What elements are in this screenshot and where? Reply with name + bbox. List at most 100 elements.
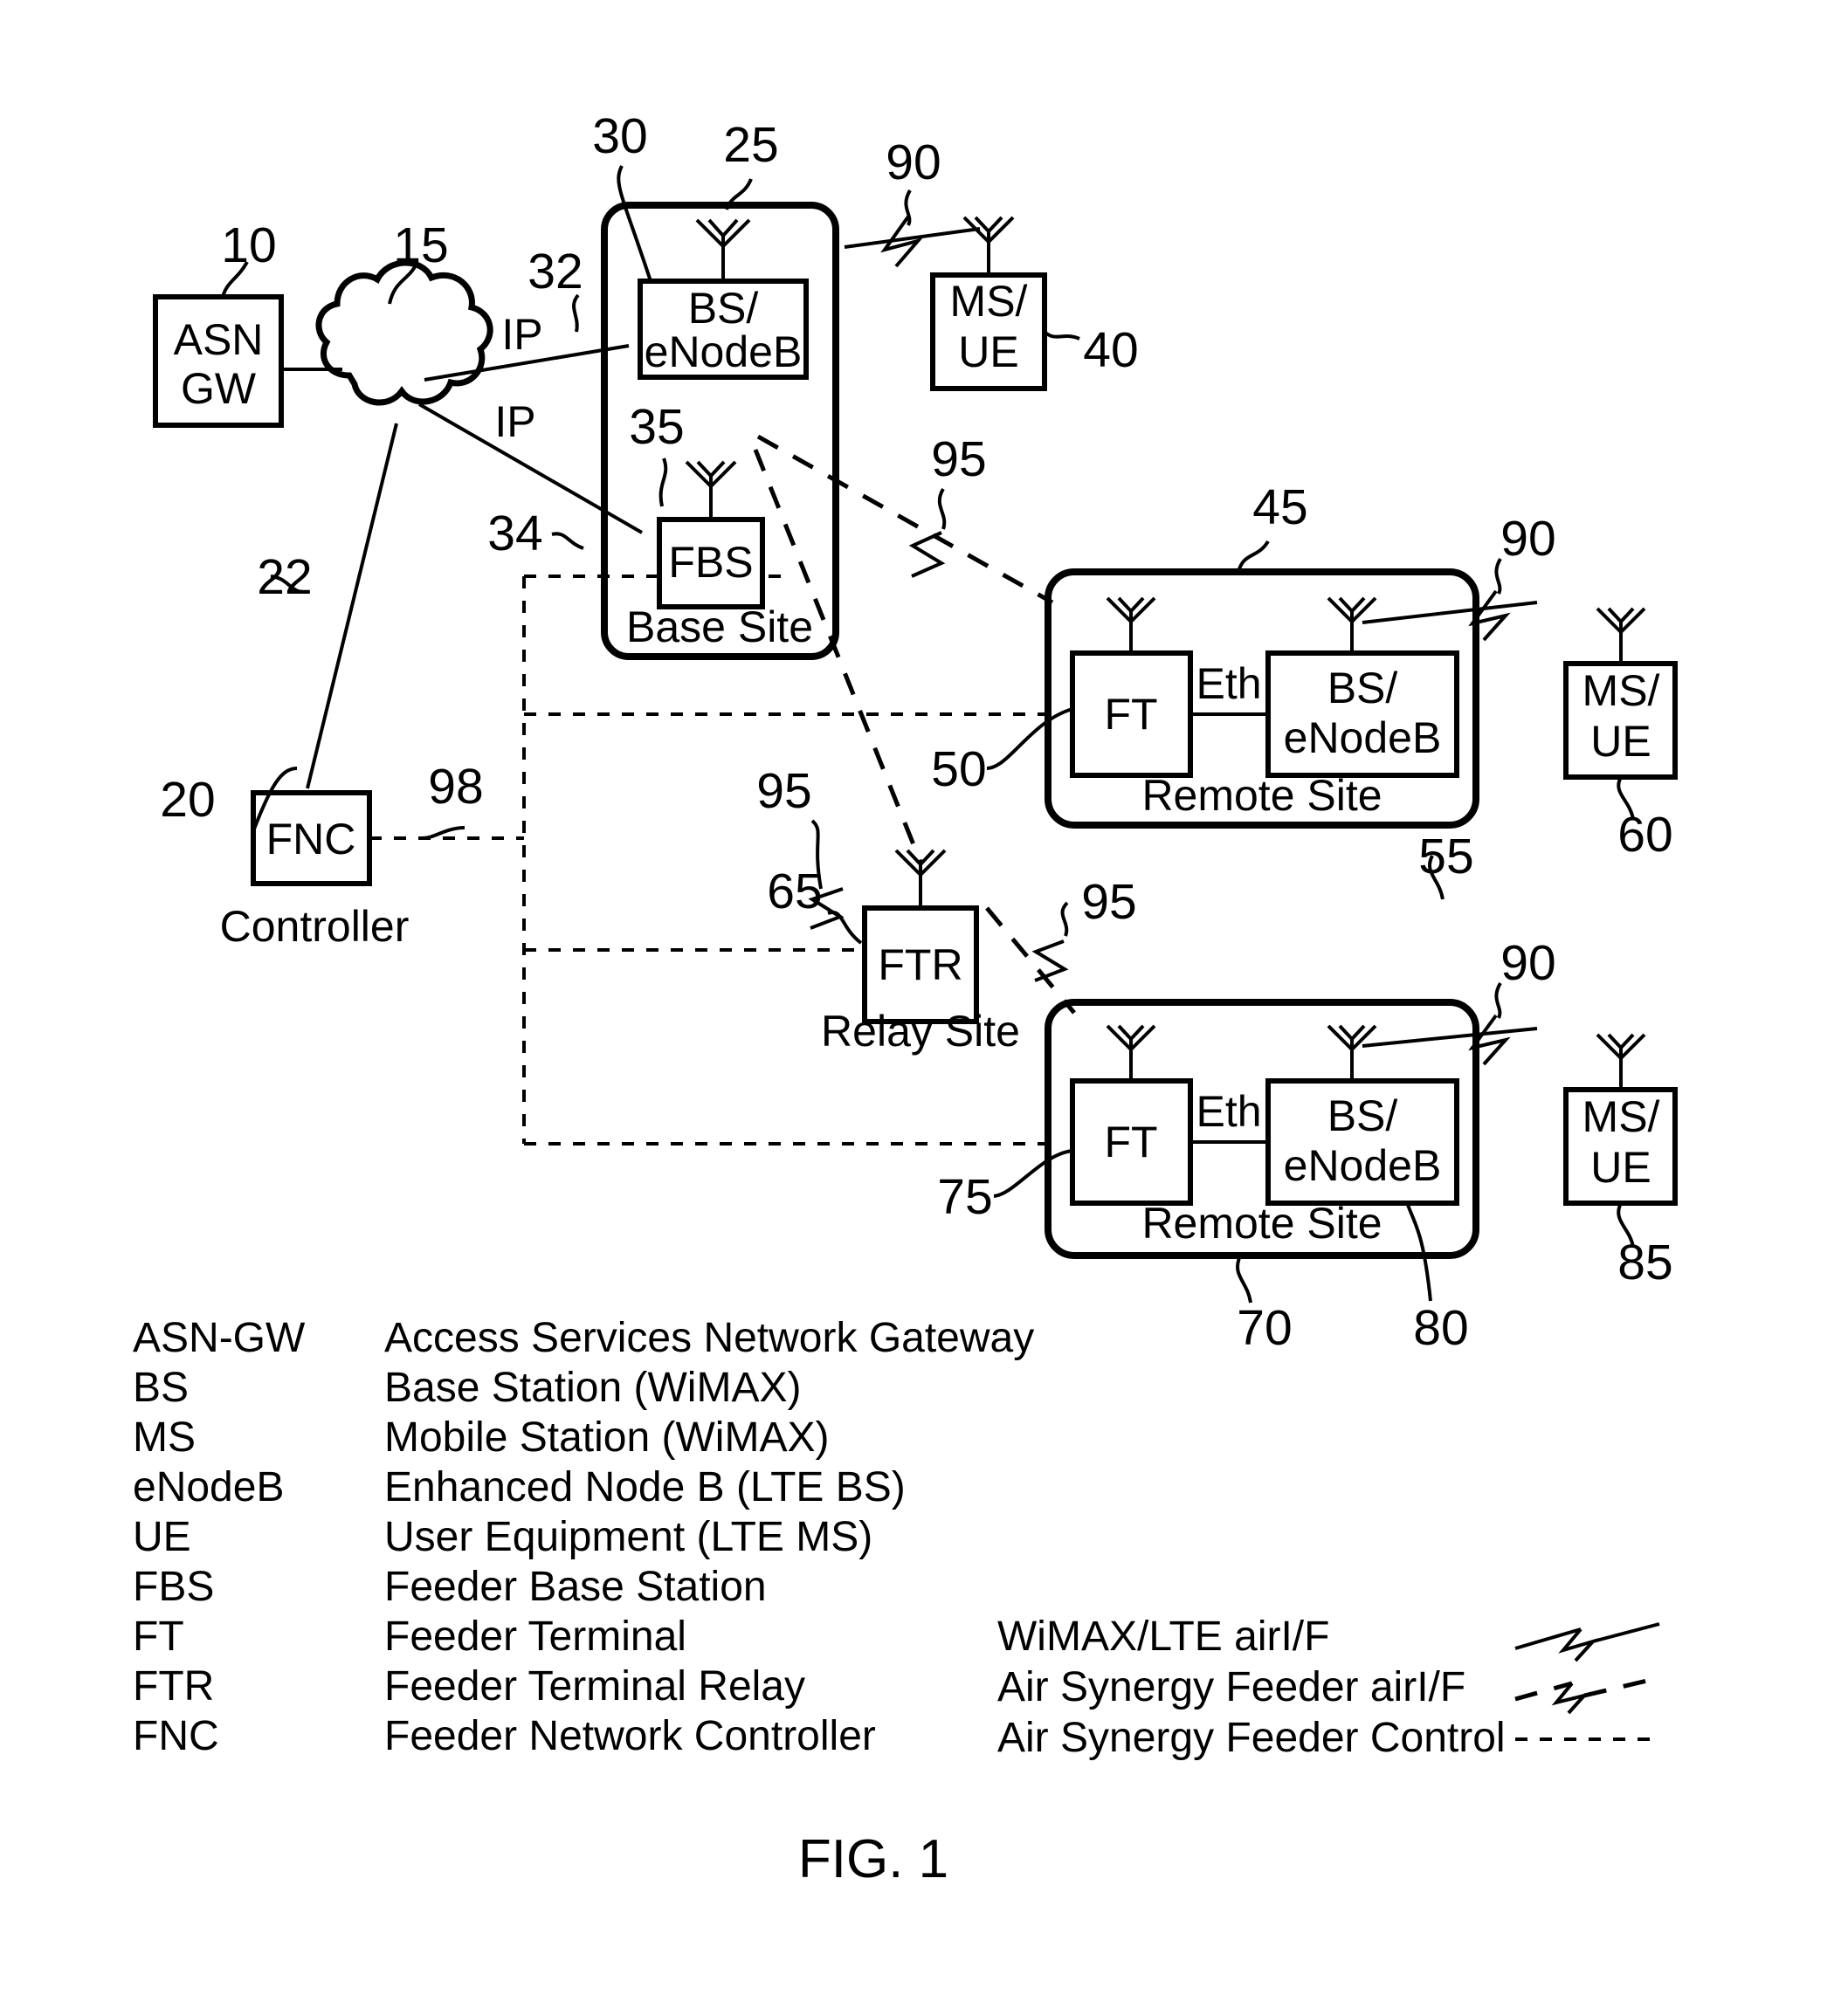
antenna-icon-ms-ue-mid	[1596, 607, 1646, 664]
relay-site-caption: Relay Site	[821, 1007, 1020, 1056]
ms-ue-top-line2: UE	[958, 327, 1018, 376]
leader-50	[986, 707, 1073, 770]
ref-34: 34	[487, 506, 542, 561]
ref-45: 45	[1252, 479, 1307, 535]
leader-95a	[937, 487, 947, 530]
ip-label-lower: IP	[494, 397, 535, 446]
antenna-icon-remote2-bs	[1327, 1024, 1377, 1081]
legend-abbr-2: MS	[133, 1414, 196, 1461]
remote2-bs-line1: BS/	[1327, 1091, 1398, 1140]
air-link-base-msue	[844, 227, 981, 249]
feeder-link-base-remote1	[756, 434, 1054, 605]
leader-32	[572, 293, 580, 333]
ref-20: 20	[160, 772, 215, 828]
legend-abbr-5: FBS	[133, 1564, 214, 1610]
leader-34	[551, 532, 584, 550]
ref-90a: 90	[886, 134, 941, 190]
legend-meaning-0: Access Services Network Gateway	[384, 1315, 1034, 1361]
ip-label-upper: IP	[501, 310, 542, 359]
legend-abbr-1: BS	[133, 1365, 189, 1411]
ref-98: 98	[428, 759, 483, 815]
ref-90b: 90	[1500, 511, 1555, 567]
ref-50: 50	[931, 741, 986, 797]
ref-95c: 95	[1081, 874, 1136, 930]
leader-40	[1043, 330, 1080, 341]
figure-canvas: ASN GW BS/ eNodeB FBS Base Site MS/ UE F…	[133, 108, 1678, 1889]
remote-site-2-caption: Remote Site	[1141, 1199, 1382, 1248]
ref-70: 70	[1237, 1300, 1292, 1356]
ref-15: 15	[393, 217, 448, 273]
asn-gw-line1: ASN	[174, 315, 264, 364]
line-legend-label-0: WiMAX/LTE airI/F	[997, 1613, 1329, 1660]
legend-abbr-0: ASN-GW	[133, 1315, 306, 1361]
legend-meaning-4: User Equipment (LTE MS)	[384, 1514, 872, 1560]
ftr-label: FTR	[878, 940, 962, 989]
line-legend-label-1: Air Synergy Feeder airI/F	[997, 1664, 1465, 1710]
ref-60: 60	[1617, 807, 1672, 863]
air-link-remote1-msue	[1362, 601, 1538, 624]
ref-85: 85	[1617, 1235, 1672, 1290]
ref-22: 22	[257, 549, 312, 605]
leader-90c	[1494, 981, 1502, 1019]
feeder-link-relay-remote2	[985, 906, 1076, 1015]
remote2-ft-label: FT	[1104, 1118, 1157, 1166]
leader-70	[1236, 1255, 1252, 1304]
legend-meaning-6: Feeder Terminal	[384, 1613, 686, 1660]
antenna-icon-ftr	[894, 849, 947, 908]
antenna-icon-ms-ue-bot	[1596, 1033, 1646, 1090]
eth-label-2: Eth	[1196, 1087, 1261, 1136]
base-bs-line2: eNodeB	[645, 327, 803, 376]
remote1-bs-line1: BS/	[1327, 664, 1398, 712]
link-cloud-fnc	[306, 423, 398, 789]
remote1-bs-line2: eNodeB	[1284, 713, 1442, 762]
base-site-caption: Base Site	[626, 602, 813, 651]
ref-55: 55	[1418, 829, 1473, 884]
air-link-remote2-msue	[1362, 1027, 1538, 1048]
legend-abbr-3: eNodeB	[133, 1464, 284, 1510]
legend-meaning-3: Enhanced Node B (LTE BS)	[384, 1464, 906, 1510]
remote2-bs-line2: eNodeB	[1284, 1141, 1442, 1190]
antenna-icon-ms-ue-top	[962, 216, 1015, 275]
antenna-icon-base-fbs	[685, 460, 737, 519]
antenna-icon-remote1-ft	[1106, 596, 1156, 653]
legend-abbr-8: FNC	[133, 1713, 219, 1759]
line-style-legend: WiMAX/LTE airI/F Air Synergy Feeder airI…	[997, 1613, 1660, 1761]
ref-40: 40	[1083, 322, 1138, 378]
ms-ue-top-line1: MS/	[950, 277, 1028, 326]
legend-meaning-1: Base Station (WiMAX)	[384, 1365, 801, 1411]
bolt-icon-95c	[1031, 939, 1069, 982]
ref-35: 35	[629, 399, 684, 455]
antenna-icon-base-bs	[695, 218, 751, 281]
ref-95a: 95	[931, 431, 986, 487]
leader-35	[658, 458, 668, 507]
ref-65: 65	[767, 864, 822, 919]
leader-90b	[1494, 557, 1502, 595]
ip-cloud	[315, 259, 493, 406]
antenna-icon-remote1-bs	[1327, 596, 1377, 653]
legend-abbr-4: UE	[133, 1514, 191, 1560]
base-fbs-label: FBS	[668, 538, 753, 587]
controller-caption: Controller	[220, 902, 410, 951]
line-legend-label-2: Air Synergy Feeder Control	[997, 1715, 1506, 1761]
leader-95c	[1060, 901, 1069, 937]
eth-label-1: Eth	[1196, 659, 1261, 708]
legend-abbr-6: FT	[133, 1613, 184, 1660]
ref-90c: 90	[1500, 935, 1555, 991]
ms-ue-mid-line1: MS/	[1582, 666, 1660, 715]
leader-30	[617, 165, 652, 282]
asn-gw-line2: GW	[181, 364, 257, 413]
legend-meaning-8: Feeder Network Controller	[384, 1713, 876, 1759]
patent-figure-page: ASN GW BS/ eNodeB FBS Base Site MS/ UE F…	[0, 0, 1841, 2016]
leader-75	[993, 1149, 1073, 1198]
ref-30: 30	[592, 108, 647, 164]
ref-10: 10	[221, 217, 276, 273]
legend-meaning-5: Feeder Base Station	[384, 1564, 767, 1610]
legend-icon-wimax-lte-air	[1514, 1622, 1660, 1662]
leader-45	[1237, 540, 1270, 573]
remote-site-1-caption: Remote Site	[1141, 771, 1382, 820]
legend-icon-feeder-air	[1514, 1677, 1651, 1715]
legend-meaning-2: Mobile Station (WiMAX)	[384, 1414, 829, 1461]
ref-32: 32	[527, 244, 583, 299]
abbreviation-legend: ASN-GW Access Services Network Gateway B…	[133, 1315, 1034, 1759]
fnc-label: FNC	[266, 815, 356, 864]
